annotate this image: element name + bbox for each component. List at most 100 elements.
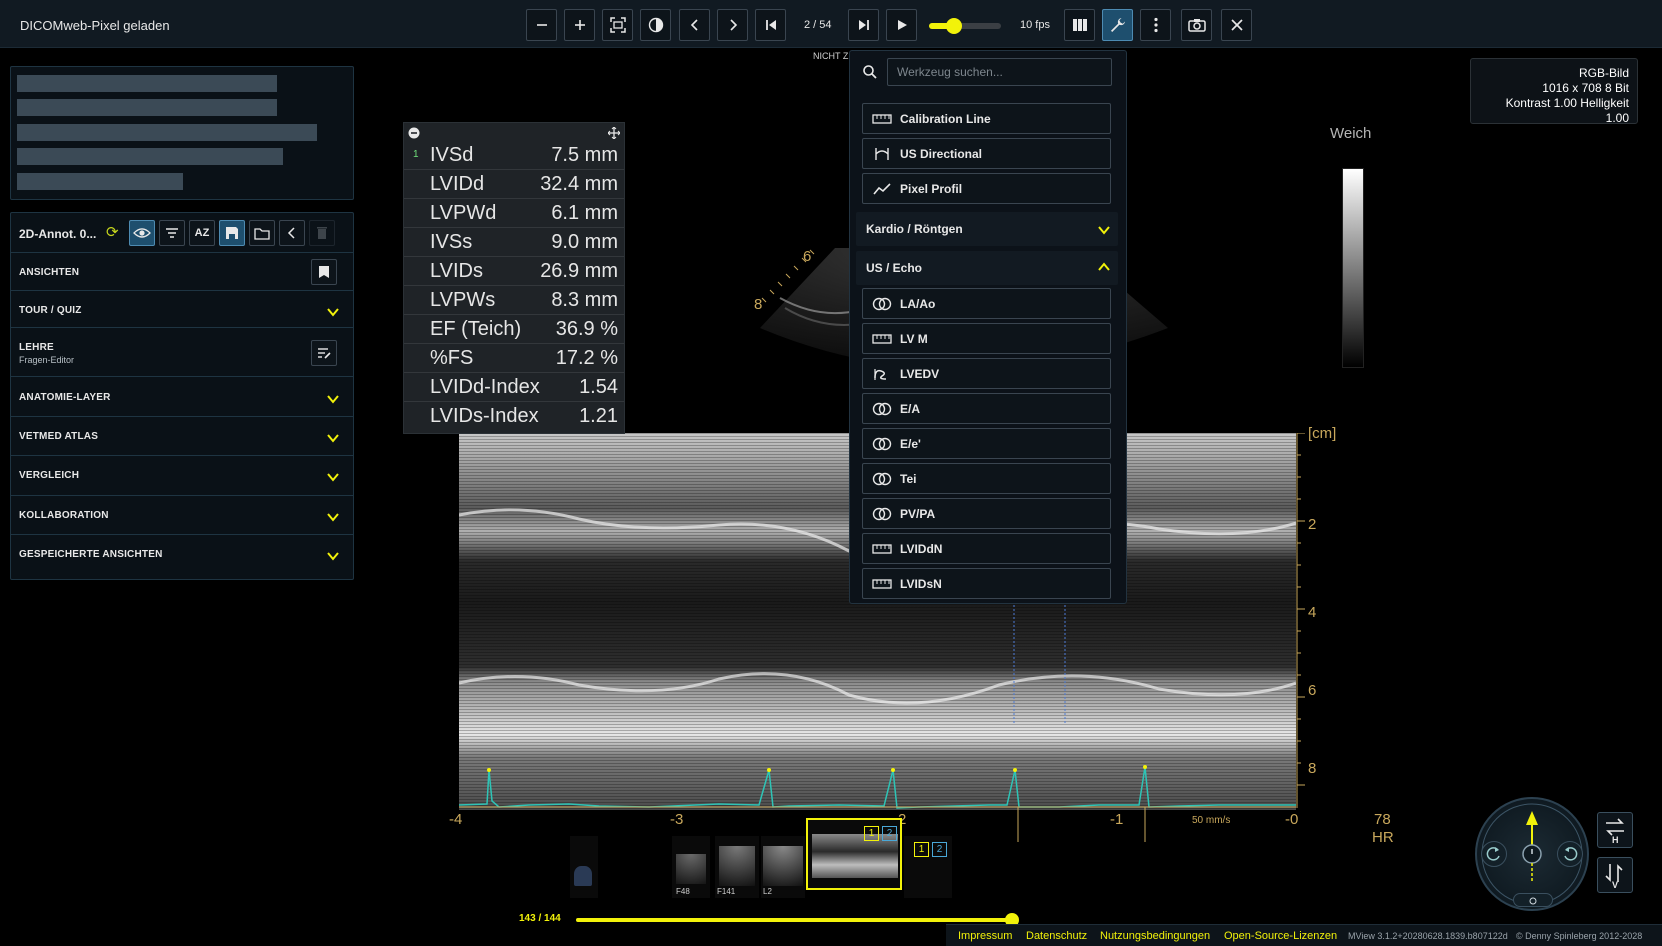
measurement-row: LVIDs 26.9 mm (404, 257, 624, 286)
series-thumbnail[interactable]: F141 (715, 836, 759, 898)
collapse-button[interactable] (279, 220, 305, 246)
rotate-right-button[interactable] (1557, 841, 1583, 867)
section-vergleich[interactable]: VERGLEICH (11, 456, 353, 496)
tool-group-us-echo[interactable]: US / Echo (856, 251, 1118, 285)
measurement-row: LVPWd 6.1 mm (404, 199, 624, 228)
measurement-index: 1 (413, 149, 419, 160)
section-anatomie-layer[interactable]: ANATOMIE-LAYER (11, 377, 353, 417)
visibility-toggle-button[interactable] (129, 220, 155, 246)
tool-lv-m[interactable]: LV M (862, 323, 1111, 354)
tool-tei[interactable]: Tei (862, 463, 1111, 494)
section-vetmed-atlas[interactable]: VETMED ATLAS (11, 417, 353, 456)
section-lehre[interactable]: LEHRE Fragen-Editor (11, 328, 353, 377)
skip-forward-icon (858, 20, 869, 30)
measurement-name: LVIDd-Index (430, 376, 540, 398)
close-icon (1230, 19, 1243, 31)
impressum-link[interactable]: Impressum (958, 930, 1012, 942)
tool-lvedv[interactable]: LVEDV (862, 358, 1111, 389)
zoom-in-button[interactable] (564, 9, 595, 41)
measurement-name: IVSd (430, 144, 474, 166)
tool-group-kardio-rontgen[interactable]: Kardio / Röntgen (856, 212, 1118, 246)
camera-icon (1187, 19, 1206, 32)
depth-tick-label: 4 (1308, 604, 1317, 621)
navigation-dial[interactable] (1475, 797, 1589, 911)
zoom-out-button[interactable] (526, 9, 557, 41)
ratio-icon (872, 507, 892, 521)
patient-info-panel (10, 66, 354, 200)
tool-us-directional[interactable]: US Directional (862, 138, 1111, 169)
play-button[interactable] (886, 9, 917, 41)
collapse-icon[interactable] (408, 127, 420, 139)
sync-icon[interactable]: ⟳ (106, 225, 122, 241)
question-editor-button[interactable] (311, 340, 337, 366)
thumbnail-label: F141 (717, 887, 736, 896)
tool-pixel-profil[interactable]: Pixel Profil (862, 173, 1111, 204)
sweep-speed-label: 50 mm/s (1192, 815, 1231, 826)
series-thumbnail[interactable]: F48 (672, 836, 710, 898)
tools-button[interactable] (1102, 9, 1133, 41)
previous-frame-button[interactable] (679, 9, 710, 41)
rotate-left-button[interactable] (1481, 841, 1507, 867)
tool-e-e-prime[interactable]: E/e' (862, 428, 1111, 459)
section-gespeicherte-ansichten[interactable]: GESPEICHERTE ANSICHTEN (11, 535, 353, 579)
section-tour-quiz[interactable]: TOUR / QUIZ (11, 291, 353, 328)
tool-lviddn[interactable]: LVIDdN (862, 533, 1111, 564)
chevron-down-icon (327, 395, 339, 404)
ratio-icon (872, 437, 892, 451)
datenschutz-link[interactable]: Datenschutz (1026, 930, 1087, 942)
open-folder-button[interactable] (249, 220, 275, 246)
speed-slider-thumb[interactable] (946, 18, 963, 34)
frame-counter: 2 / 54 (804, 19, 832, 31)
delete-button[interactable] (309, 220, 335, 246)
tool-pv-pa[interactable]: PV/PA (862, 498, 1111, 529)
playback-speed-slider[interactable] (929, 18, 1001, 34)
next-frame-button[interactable] (717, 9, 748, 41)
tool-search-input[interactable] (887, 58, 1112, 86)
redacted-text (17, 173, 183, 190)
tool-label: US Directional (900, 147, 983, 161)
tool-la-ao[interactable]: LA/Ao (862, 288, 1111, 319)
series-thumbnail[interactable]: 1 2 L4 (904, 836, 952, 898)
fit-screen-button[interactable] (602, 9, 633, 41)
load-status: DICOMweb-Pixel geladen (20, 18, 170, 33)
directional-icon (875, 148, 889, 160)
section-ansichten[interactable]: ANSICHTEN (11, 253, 353, 291)
more-options-button[interactable] (1140, 9, 1171, 41)
grayscale-bar (1342, 168, 1364, 368)
series-thumbnail[interactable]: L2 (761, 836, 805, 898)
heart-rate-label: HR (1372, 829, 1394, 846)
measurement-row: LVPWs 8.3 mm (404, 286, 624, 315)
measurement-value: 1.54 (579, 376, 618, 398)
measurement-row: IVSs 9.0 mm (404, 228, 624, 257)
filter-button[interactable] (159, 220, 185, 246)
open-source-licenses-link[interactable]: Open-Source-Lizenzen (1224, 930, 1337, 942)
annotation-layer-label: 2D-Annot. 0... (19, 227, 97, 241)
save-button[interactable] (219, 220, 245, 246)
dial-reset-button[interactable] (1513, 893, 1553, 907)
measurement-name: LVIDs (430, 260, 483, 282)
sort-az-button[interactable]: AZ (189, 220, 215, 246)
measurement-panel[interactable]: 1 IVSd 7.5 mm LVIDd 32.4 mm LVPWd 6.1 mm… (403, 122, 625, 434)
move-icon[interactable] (608, 127, 620, 139)
contrast-button[interactable] (640, 9, 671, 41)
grayscale-label: Weich (1330, 125, 1372, 142)
series-thumbnail[interactable] (570, 836, 598, 898)
flip-horizontal-button[interactable]: H (1597, 812, 1633, 848)
layout-button[interactable] (1064, 9, 1095, 41)
last-frame-button[interactable] (848, 9, 879, 41)
flip-vertical-button[interactable]: V (1597, 857, 1633, 893)
cine-slider[interactable] (576, 918, 1016, 922)
series-thumbnail-active[interactable]: 1 2 (806, 818, 902, 890)
screenshot-button[interactable] (1181, 9, 1212, 41)
chevron-down-icon (327, 308, 339, 317)
section-kollaboration[interactable]: KOLLABORATION (11, 496, 353, 535)
measurement-name: LVIDs-Index (430, 405, 539, 427)
close-button[interactable] (1221, 9, 1252, 41)
section-label: TOUR / QUIZ (19, 305, 82, 316)
tool-e-a[interactable]: E/A (862, 393, 1111, 424)
add-view-button[interactable] (311, 259, 337, 285)
tool-lvidsn[interactable]: LVIDsN (862, 568, 1111, 599)
tool-calibration-line[interactable]: Calibration Line (862, 103, 1111, 134)
first-frame-button[interactable] (755, 9, 786, 41)
nutzungsbedingungen-link[interactable]: Nutzungsbedingungen (1100, 930, 1210, 942)
